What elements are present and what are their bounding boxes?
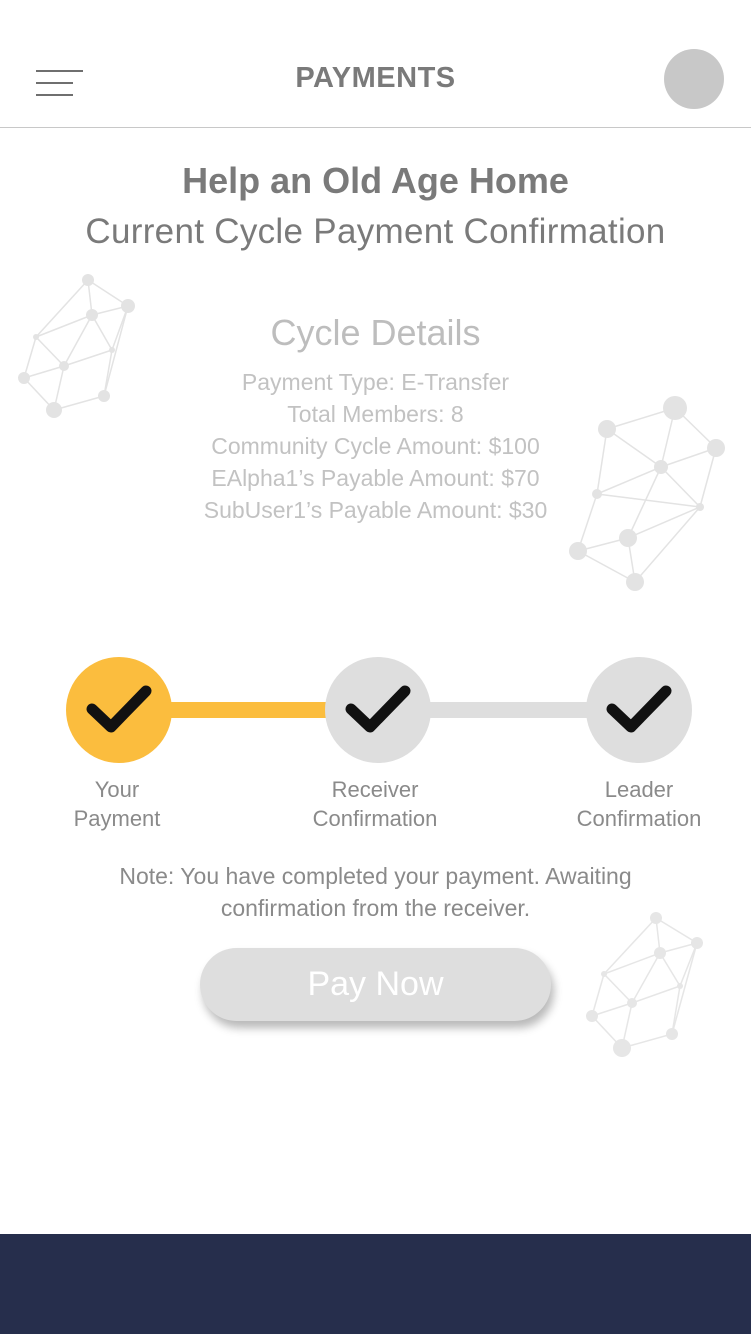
user-payable-text: EAlpha1’s Payable Amount: $70: [211, 465, 540, 491]
step-your-payment: [66, 657, 172, 763]
user-avatar[interactable]: [664, 49, 724, 109]
community-amount-text: Community Cycle Amount: $100: [211, 433, 540, 459]
payment-status-note: Note: You have completed your payment. A…: [119, 863, 632, 921]
app-header: PAYMENTS: [0, 0, 751, 128]
check-icon: [345, 685, 411, 733]
group-title: Help an Old Age Home: [182, 160, 569, 201]
network-decoration-icon: [586, 912, 703, 1057]
step-leader-confirmation: [586, 657, 692, 763]
payment-progress-stepper: Your Payment Receiver Confirmation Leade…: [0, 657, 751, 857]
total-members-text: Total Members: 8: [287, 401, 464, 427]
cycle-details-list: Payment Type: E-Transfer Total Members: …: [0, 366, 751, 526]
cycle-details-title: Cycle Details: [270, 312, 481, 353]
check-icon: [86, 685, 152, 733]
step-connector-complete: [160, 702, 340, 718]
step-label-leader-confirmation: Leader Confirmation: [576, 777, 702, 831]
page-subtitle: Current Cycle Payment Confirmation: [85, 212, 666, 251]
payment-type-text: Payment Type: E-Transfer: [241, 369, 510, 395]
bottom-navigation-bar: [0, 1234, 751, 1334]
step-receiver-confirmation: [325, 657, 431, 763]
subuser-payable-text: SubUser1’s Payable Amount: $30: [203, 497, 548, 523]
step-label-your-payment: Your Payment: [73, 777, 161, 831]
check-icon: [606, 685, 672, 733]
page-title: PAYMENTS: [295, 62, 456, 94]
step-label-receiver-confirmation: Receiver Confirmation: [312, 777, 438, 831]
pay-now-button[interactable]: Pay Now: [200, 948, 551, 1021]
step-connector-pending: [420, 702, 600, 718]
